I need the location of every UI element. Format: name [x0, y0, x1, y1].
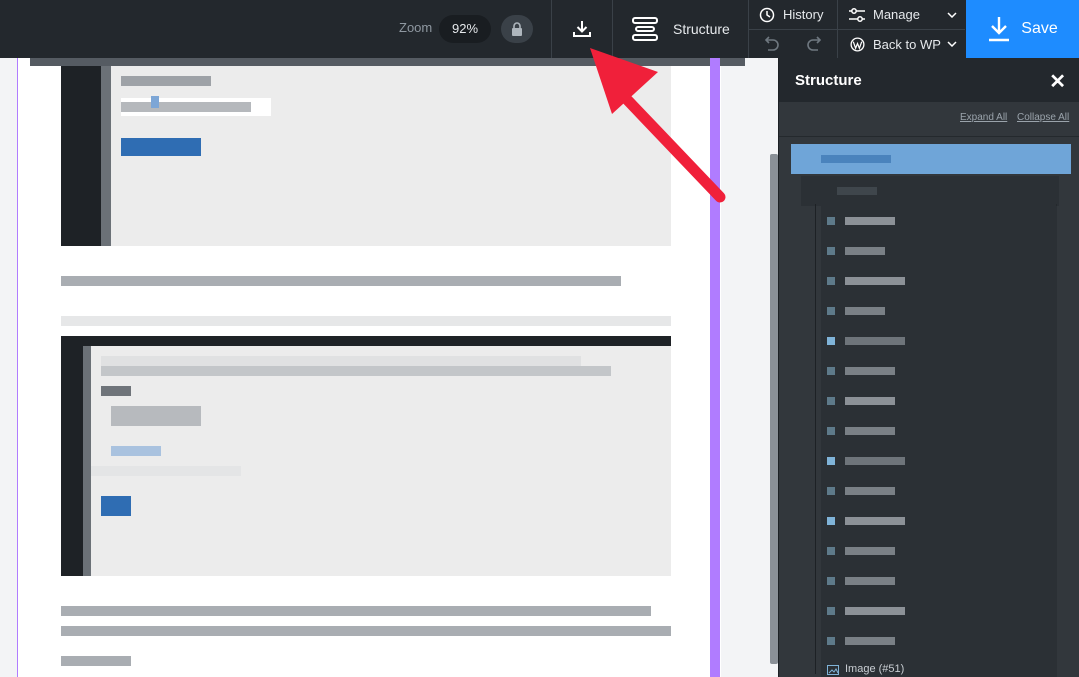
canvas-scrollbar[interactable] — [770, 154, 778, 664]
selection-outline — [710, 58, 720, 677]
sliders-icon — [849, 7, 865, 22]
redo-button[interactable] — [793, 30, 837, 58]
blurred-text-line — [61, 316, 671, 326]
manage-button[interactable]: Manage — [838, 0, 965, 29]
structure-panel-actions: Expand All Collapse All — [779, 102, 1079, 137]
back-to-wp-label: Back to WP — [873, 36, 941, 52]
tree-row-selected[interactable] — [791, 144, 1071, 174]
close-icon[interactable]: ✕ — [1049, 69, 1066, 94]
clock-icon — [759, 7, 775, 22]
structure-panel: Structure ✕ Expand All Collapse All Imag… — [778, 58, 1079, 677]
tree-row[interactable] — [821, 386, 1057, 416]
undo-icon — [764, 36, 779, 51]
tree-row[interactable] — [821, 326, 1057, 356]
page-preview[interactable] — [17, 58, 721, 677]
image-icon — [827, 665, 839, 675]
structure-panel-header: Structure ✕ — [779, 58, 1079, 102]
top-toolbar: Zoom 92% Structure History Manage Back t… — [0, 0, 1079, 58]
lock-icon — [512, 22, 522, 36]
blurred-image-block — [61, 66, 671, 246]
lock-button[interactable] — [501, 15, 533, 43]
tree-row[interactable] — [821, 476, 1057, 506]
tree-row[interactable] — [821, 596, 1057, 626]
save-button[interactable]: Save — [966, 0, 1079, 58]
tree-row-image[interactable]: Image (#51) — [821, 656, 1057, 677]
expand-all-link[interactable]: Expand All — [960, 112, 1007, 123]
blurred-text-line — [61, 606, 651, 616]
tree-row[interactable] — [821, 446, 1057, 476]
tree-row[interactable] — [821, 206, 1057, 236]
download-icon — [573, 21, 591, 37]
blurred-text-line — [61, 276, 621, 286]
history-label: History — [783, 7, 824, 22]
wordpress-icon — [850, 36, 865, 52]
tree-row[interactable] — [821, 296, 1057, 326]
tree-guide-line — [815, 204, 816, 674]
structure-icon — [632, 17, 658, 41]
zoom-label: Zoom — [399, 20, 433, 35]
tree-row[interactable] — [821, 356, 1057, 386]
save-download-icon — [989, 17, 1010, 42]
collapse-all-link[interactable]: Collapse All — [1017, 112, 1069, 123]
history-button[interactable]: History — [749, 0, 837, 29]
tree-row[interactable] — [821, 236, 1057, 266]
blurred-text-line — [61, 656, 131, 666]
blurred-text-line — [61, 626, 671, 636]
tree-row[interactable] — [821, 266, 1057, 296]
tree-row[interactable] — [821, 506, 1057, 536]
save-label: Save — [1021, 20, 1058, 37]
structure-tree: Image (#51) — [787, 144, 1072, 677]
structure-button[interactable]: Structure — [613, 0, 748, 58]
tree-row[interactable] — [801, 176, 1059, 206]
structure-panel-title: Structure — [795, 72, 862, 89]
tree-row[interactable] — [821, 416, 1057, 446]
chevron-down-icon — [947, 41, 957, 47]
chevron-down-icon — [947, 11, 957, 18]
undo-button[interactable] — [749, 30, 793, 58]
tree-row-label: Image (#51) — [845, 663, 905, 675]
page-header-bar — [30, 58, 745, 66]
download-button[interactable] — [552, 0, 612, 58]
back-to-wp-button[interactable]: Back to WP — [838, 30, 965, 58]
tree-row[interactable] — [821, 566, 1057, 596]
editor-canvas[interactable] — [0, 58, 778, 677]
blurred-image-block — [61, 336, 671, 576]
structure-label: Structure — [673, 21, 730, 37]
tree-row[interactable] — [821, 536, 1057, 566]
redo-icon — [807, 36, 822, 51]
tree-row[interactable] — [821, 626, 1057, 656]
manage-label: Manage — [873, 7, 920, 22]
zoom-value[interactable]: 92% — [439, 15, 491, 43]
